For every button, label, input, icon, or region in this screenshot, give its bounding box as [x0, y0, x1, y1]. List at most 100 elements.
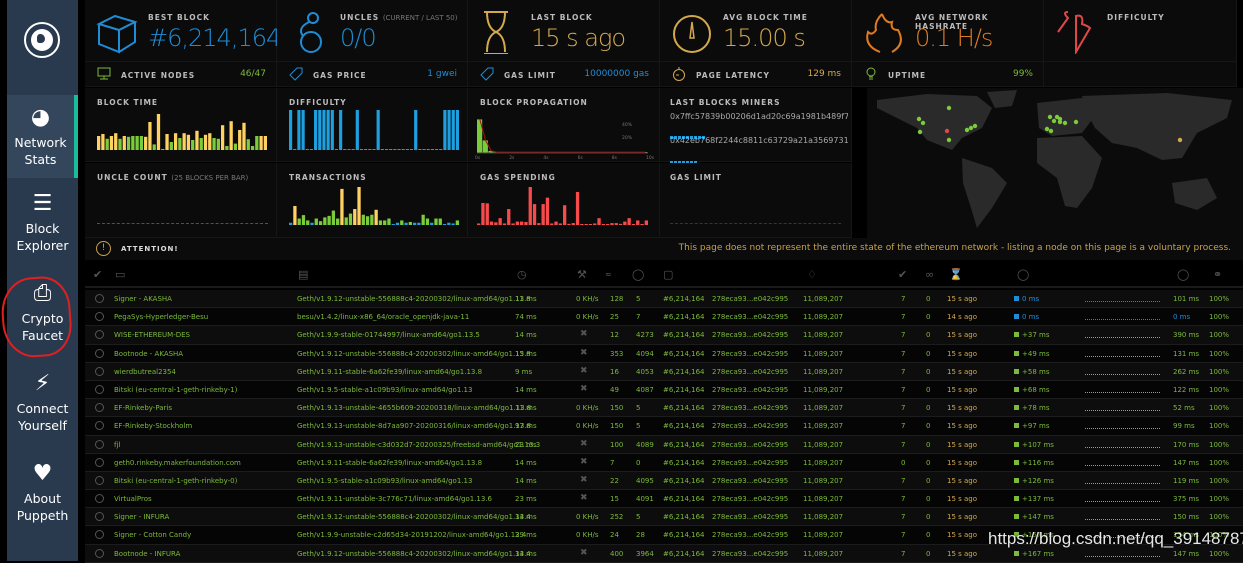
- gas-spending-bar[interactable]: [636, 220, 640, 225]
- table-row[interactable]: PegaSys-Hyperledger-Besu besu/v1.4.2/lin…: [85, 308, 1243, 327]
- gas-spending-bar[interactable]: [575, 191, 580, 225]
- block-time-bar[interactable]: [250, 146, 255, 150]
- block-time-bar[interactable]: [126, 136, 131, 150]
- gas-spending-bar[interactable]: [597, 218, 601, 225]
- transactions-bar[interactable]: [378, 220, 383, 225]
- lightbulb-icon[interactable]: ⚭: [1213, 268, 1222, 282]
- block-time-bar[interactable]: [114, 133, 118, 150]
- difficulty-bar[interactable]: [351, 149, 355, 150]
- difficulty-bar[interactable]: [305, 149, 309, 150]
- difficulty-bar[interactable]: [430, 149, 434, 150]
- gas-spending-bar[interactable]: [601, 224, 605, 225]
- sidebar-item-block-explorer[interactable]: ☰ Block Explorer: [7, 192, 78, 267]
- gas-spending-bar[interactable]: [507, 209, 511, 225]
- transactions-bar[interactable]: [404, 222, 408, 225]
- node-monitor-icon[interactable]: ▭: [115, 268, 125, 282]
- node-location-marker[interactable]: [964, 127, 970, 133]
- difficulty-bar[interactable]: [293, 149, 297, 150]
- pin-node-radio[interactable]: [95, 421, 104, 431]
- transactions-bar[interactable]: [455, 220, 459, 225]
- node-location-marker[interactable]: [917, 129, 923, 135]
- gas-spending-bar[interactable]: [563, 205, 567, 225]
- transactions-bar[interactable]: [297, 218, 301, 225]
- gas-spending-bar[interactable]: [524, 221, 528, 225]
- transactions-bar[interactable]: [442, 224, 447, 225]
- transactions-bar[interactable]: [365, 216, 370, 225]
- block-time-bar[interactable]: [139, 136, 144, 150]
- node-world-map[interactable]: [867, 88, 1243, 238]
- transactions-bar[interactable]: [370, 214, 374, 225]
- block-time-bar[interactable]: [105, 138, 109, 150]
- difficulty-bar[interactable]: [434, 149, 439, 150]
- difficulty-bar[interactable]: [455, 110, 459, 150]
- gas-spending-bar[interactable]: [580, 224, 584, 225]
- transactions-bar[interactable]: [374, 209, 378, 225]
- transactions-bar[interactable]: [434, 218, 438, 225]
- block-cube-icon[interactable]: ▢: [663, 268, 673, 282]
- difficulty-bar[interactable]: [309, 149, 314, 150]
- block-time-bar[interactable]: [238, 130, 242, 150]
- sidebar-item-about-puppeth[interactable]: ♥ About Puppeth: [7, 462, 78, 537]
- pickaxe-icon[interactable]: ⚒: [577, 268, 587, 282]
- difficulty-bar[interactable]: [330, 110, 334, 150]
- table-row[interactable]: Signer - INFURA Geth/v1.9.12-unstable-55…: [85, 508, 1243, 527]
- difficulty-bar[interactable]: [297, 110, 301, 150]
- transactions-bar[interactable]: [408, 221, 412, 225]
- block-time-bar[interactable]: [255, 136, 259, 150]
- transactions-bar[interactable]: [327, 215, 331, 225]
- gas-spending-bar[interactable]: [623, 221, 627, 225]
- block-time-bar[interactable]: [208, 133, 212, 150]
- pin-node-radio[interactable]: [95, 439, 104, 449]
- check-circle-icon[interactable]: ✔: [93, 268, 102, 282]
- difficulty-bar[interactable]: [334, 149, 339, 150]
- gas-spending-bar[interactable]: [494, 222, 498, 225]
- node-location-marker[interactable]: [972, 123, 978, 129]
- gas-spending-bar[interactable]: [610, 223, 614, 225]
- pin-node-radio[interactable]: [95, 312, 104, 322]
- node-location-marker[interactable]: [944, 128, 950, 134]
- gas-spending-bar[interactable]: [554, 221, 558, 225]
- pin-node-radio[interactable]: [95, 384, 104, 394]
- node-location-marker[interactable]: [968, 125, 974, 131]
- difficulty-bar[interactable]: [447, 110, 451, 150]
- transactions-bar[interactable]: [340, 188, 344, 225]
- gas-spending-bar[interactable]: [481, 202, 485, 225]
- transactions-bar[interactable]: [289, 222, 293, 225]
- gas-spending-bar[interactable]: [489, 221, 494, 225]
- transactions-bar[interactable]: [318, 221, 323, 225]
- transactions-bar[interactable]: [391, 224, 395, 225]
- difficulty-bar[interactable]: [422, 149, 426, 150]
- gas-spending-bar[interactable]: [532, 204, 537, 225]
- pin-node-radio[interactable]: [95, 366, 104, 376]
- difficulty-bar[interactable]: [418, 149, 422, 150]
- block-time-bar[interactable]: [156, 114, 161, 150]
- table-row[interactable]: VirtualPros Geth/v1.9.11-unstable-3c776c…: [85, 490, 1243, 509]
- transactions-bar[interactable]: [430, 222, 434, 225]
- table-row[interactable]: Signer - AKASHA Geth/v1.9.12-unstable-55…: [85, 290, 1243, 309]
- difficulty-bar[interactable]: [405, 149, 409, 150]
- block-time-bar[interactable]: [118, 138, 122, 150]
- transactions-bar[interactable]: [438, 218, 442, 225]
- node-location-marker[interactable]: [1048, 128, 1054, 134]
- sidebar-item-network-stats[interactable]: ◕ Network Stats: [7, 95, 78, 178]
- difficulty-bar[interactable]: [301, 110, 305, 150]
- difficulty-bar[interactable]: [355, 110, 359, 150]
- gas-spending-bar[interactable]: [640, 224, 644, 225]
- transactions-bar[interactable]: [336, 218, 340, 225]
- transactions-bar[interactable]: [447, 222, 451, 225]
- block-time-bar[interactable]: [152, 144, 156, 150]
- peers-icon[interactable]: ≈: [605, 268, 612, 282]
- gas-spending-bar[interactable]: [477, 223, 481, 225]
- gas-spending-bar[interactable]: [571, 223, 575, 225]
- block-time-bar[interactable]: [212, 138, 216, 150]
- block-time-bar[interactable]: [199, 138, 203, 150]
- node-location-marker[interactable]: [1062, 120, 1068, 126]
- table-row[interactable]: WISE-ETHEREUM-DES Geth/v1.9.9-stable-017…: [85, 326, 1243, 345]
- node-location-marker[interactable]: [946, 105, 952, 111]
- table-row[interactable]: Bitski (eu-central-1-geth-rinkeby-1) Get…: [85, 380, 1243, 400]
- block-time-bar[interactable]: [97, 136, 101, 150]
- table-row[interactable]: geth0.rinkeby.makerfoundation.com Geth/v…: [85, 453, 1243, 472]
- difficulty-bar[interactable]: [409, 149, 414, 150]
- gas-spending-bar[interactable]: [588, 224, 593, 225]
- table-row[interactable]: Bootnode - AKASHA Geth/v1.9.12-unstable-…: [85, 344, 1243, 363]
